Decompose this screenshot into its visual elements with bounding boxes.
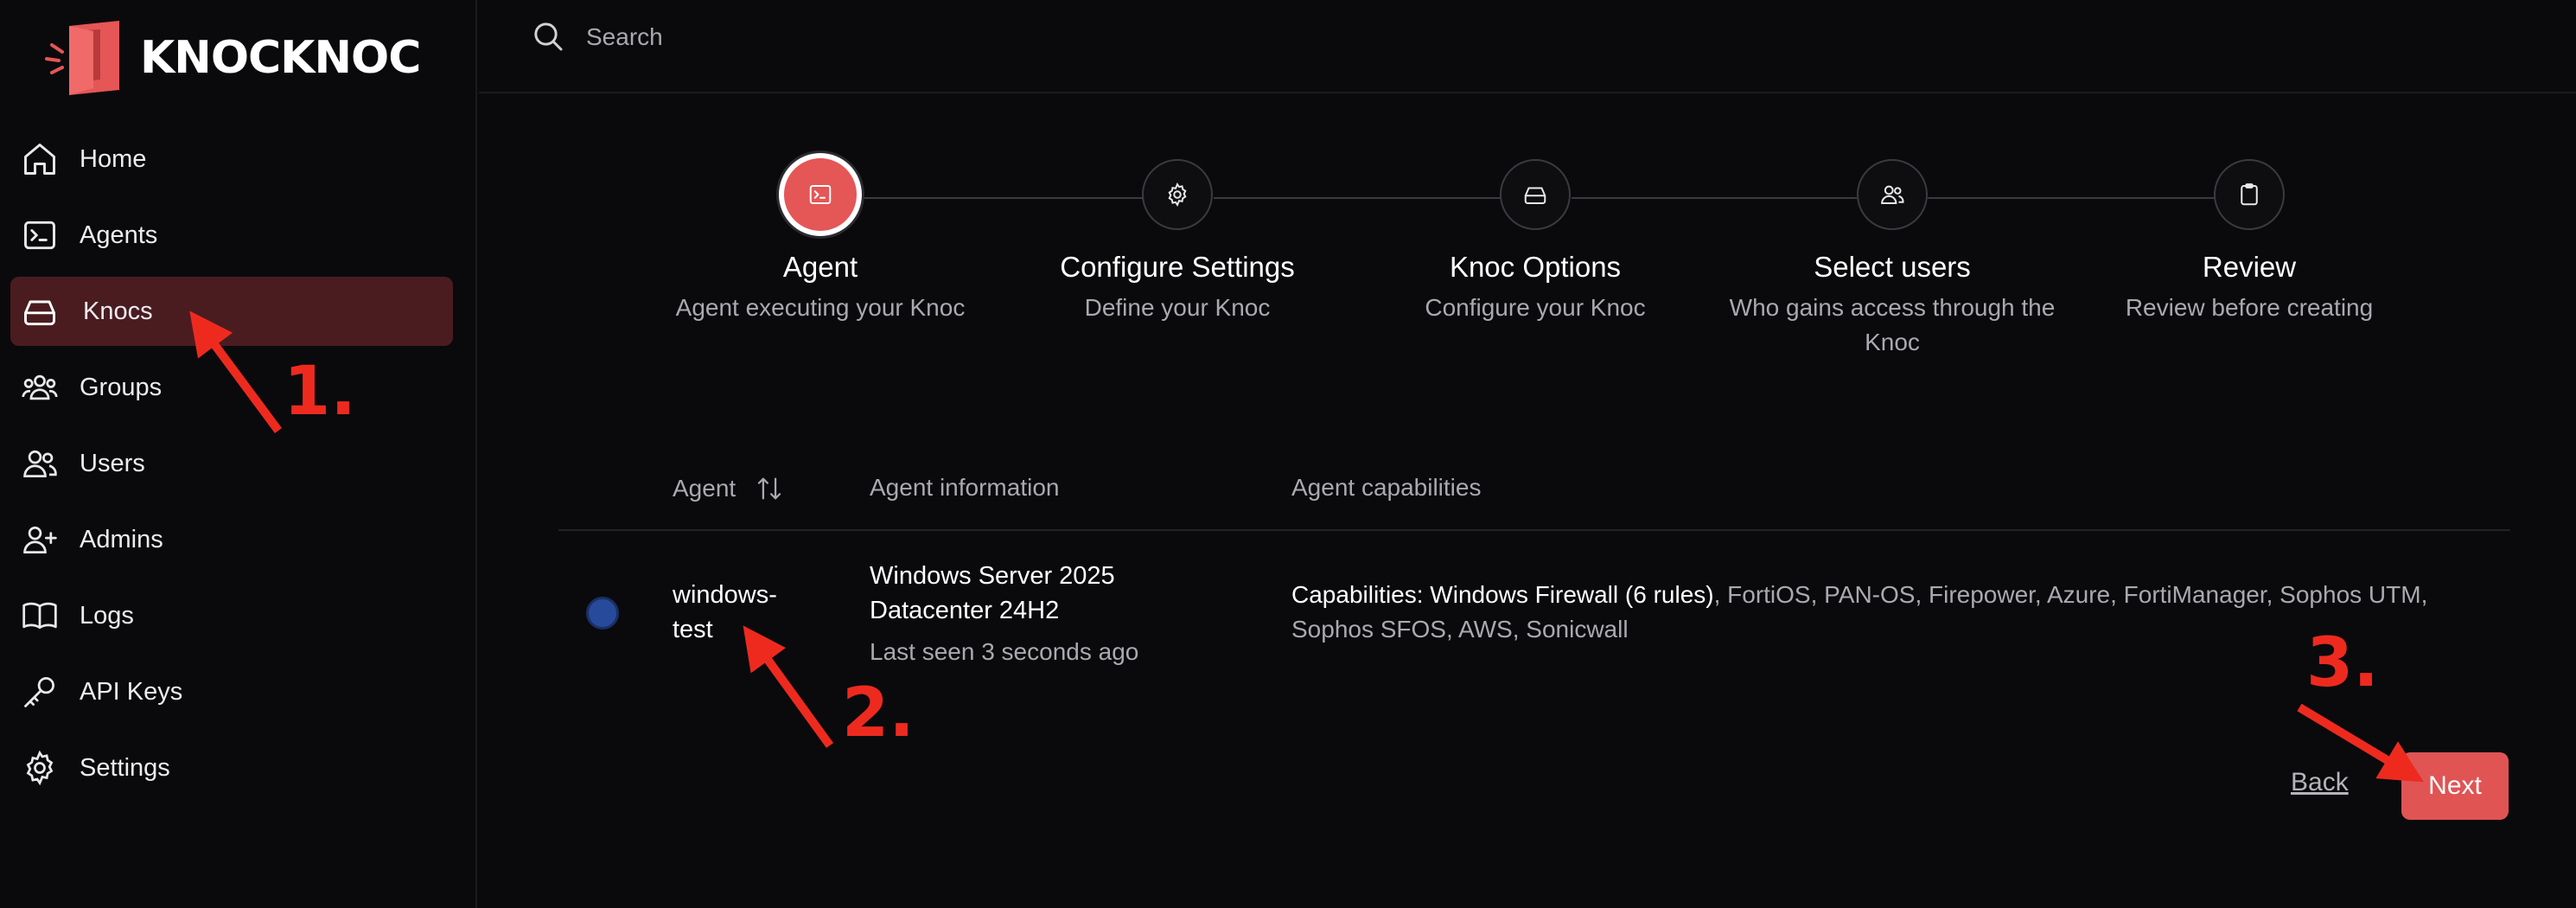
sidebar-item-home[interactable]: Home — [10, 125, 453, 194]
search-input[interactable] — [586, 16, 1364, 59]
step-subtitle: Agent executing your Knoc — [675, 294, 966, 321]
step-subtitle: Who gains access through the Knoc — [1729, 294, 2056, 355]
users-icon — [19, 443, 61, 484]
home-icon — [19, 138, 61, 180]
step-title: Review — [2202, 251, 2297, 283]
sidebar: KNOCKNOC Home Agents Knocs Groups Users … — [0, 0, 477, 908]
step-circle — [1142, 159, 1213, 230]
sidebar-item-label: Home — [80, 144, 147, 173]
annotation-arrow-2 — [743, 625, 834, 748]
step-subtitle: Review before creating — [2125, 294, 2374, 321]
column-header-label: Agent information — [870, 474, 1060, 501]
sidebar-item-label: Groups — [80, 373, 163, 401]
capabilities-label: Capabilities: Windows Firewall (6 rules) — [1291, 581, 1714, 608]
brand-name: KNOCKNOC — [140, 32, 421, 84]
step-subtitle: Define your Knoc — [1084, 294, 1271, 321]
step-configure-settings[interactable]: Configure Settings Define your Knoc — [996, 159, 1359, 325]
step-review[interactable]: Review Review before creating — [2068, 159, 2431, 325]
sidebar-item-groups[interactable]: Groups — [10, 353, 453, 422]
step-circle — [2214, 159, 2285, 230]
sidebar-item-label: Logs — [80, 601, 134, 630]
agent-select-radio[interactable] — [586, 597, 619, 630]
column-header-capabilities: Agent capabilities — [1291, 474, 1481, 502]
sidebar-item-label: Agents — [80, 221, 158, 249]
brand-logo[interactable]: KNOCKNOC — [40, 19, 421, 97]
next-button[interactable]: Next — [2401, 752, 2509, 820]
agent-os: Windows Server 2025 Datacenter 24H2 — [870, 562, 1115, 624]
agent-info: Windows Server 2025 Datacenter 24H2 Last… — [870, 559, 1233, 669]
column-header-info: Agent information — [870, 474, 1059, 502]
step-circle — [1500, 159, 1571, 230]
step-subtitle: Configure your Knoc — [1425, 294, 1646, 321]
step-title: Configure Settings — [1060, 251, 1295, 283]
agent-capabilities: Capabilities: Windows Firewall (6 rules)… — [1291, 578, 2467, 647]
step-title: Select users — [1814, 251, 1971, 283]
terminal-icon — [19, 214, 61, 256]
sidebar-item-label: Users — [80, 449, 145, 477]
agent-last-seen: Last seen 3 seconds ago — [870, 638, 1139, 665]
drive-icon — [1524, 187, 1546, 204]
clipboard-icon — [2241, 183, 2258, 206]
knocknoc-door-logo — [45, 21, 119, 95]
key-icon — [19, 671, 61, 713]
book-icon — [19, 595, 61, 636]
column-header-label: Agent capabilities — [1291, 474, 1482, 501]
step-circle — [1857, 159, 1928, 230]
back-button[interactable]: Back — [2291, 768, 2349, 797]
annotation-arrow-3 — [2297, 703, 2425, 783]
sidebar-item-label: Settings — [80, 753, 170, 782]
groups-icon — [19, 367, 61, 408]
step-select-users[interactable]: Select users Who gains access through th… — [1711, 159, 2074, 360]
sidebar-item-logs[interactable]: Logs — [10, 581, 453, 650]
step-title: Knoc Options — [1449, 251, 1622, 283]
sidebar-item-admins[interactable]: Admins — [10, 505, 453, 574]
sidebar-item-label: API Keys — [80, 677, 183, 706]
drive-icon — [19, 291, 61, 332]
sidebar-item-api-keys[interactable]: API Keys — [10, 657, 453, 726]
sidebar-item-agents[interactable]: Agents — [10, 201, 453, 270]
agent-name: windows-test — [673, 581, 777, 643]
annotation-label-2: 2. — [842, 675, 915, 752]
sidebar-item-label: Knocs — [83, 297, 153, 325]
gear-icon — [19, 747, 61, 789]
step-title: Agent — [782, 251, 858, 283]
user-plus-icon — [19, 519, 61, 560]
sidebar-item-label: Admins — [80, 525, 163, 553]
step-circle — [779, 153, 862, 236]
table-divider — [558, 529, 2510, 531]
sidebar-item-users[interactable]: Users — [10, 429, 453, 498]
annotation-label-3: 3. — [2306, 624, 2379, 702]
step-agent[interactable]: Agent Agent executing your Knoc — [639, 153, 1002, 325]
column-header-label: Agent — [673, 475, 736, 502]
top-bar — [479, 0, 2576, 93]
sort-icon[interactable] — [755, 474, 784, 503]
sidebar-item-knocs[interactable]: Knocs — [10, 277, 453, 346]
column-header-agent[interactable]: Agent — [673, 474, 784, 503]
terminal-icon — [809, 185, 832, 204]
sidebar-item-settings[interactable]: Settings — [10, 733, 453, 802]
search-icon — [534, 22, 563, 51]
step-knoc-options[interactable]: Knoc Options Configure your Knoc — [1354, 159, 1717, 325]
annotation-label-1: 1. — [284, 353, 356, 431]
sidebar-nav: Home Agents Knocs Groups Users Admins Lo… — [10, 125, 453, 809]
users-icon — [1881, 185, 1904, 204]
gear-icon — [1168, 182, 1187, 207]
